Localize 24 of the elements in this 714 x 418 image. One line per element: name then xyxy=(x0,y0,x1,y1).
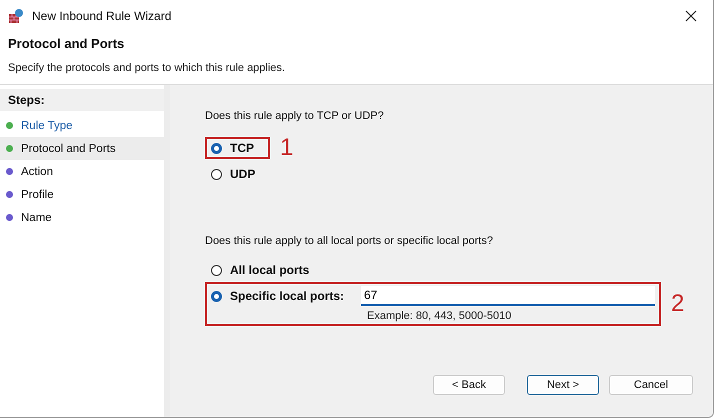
step-item[interactable]: Rule Type xyxy=(0,114,164,137)
window-title: New Inbound Rule Wizard xyxy=(32,9,172,23)
close-icon[interactable] xyxy=(685,10,697,22)
radio-button[interactable]: All local ports xyxy=(211,263,320,277)
step-item[interactable]: Action xyxy=(0,160,164,183)
page-title: Protocol and Ports xyxy=(8,36,126,51)
wizard-button[interactable]: Cancel xyxy=(609,375,693,395)
annotation-number: 1 xyxy=(280,134,294,162)
question-text: Does this rule apply to all local ports or specific local ports? xyxy=(205,235,494,247)
wizard-button[interactable]: < Back xyxy=(433,375,505,395)
firewall-icon xyxy=(8,8,24,24)
ports-field[interactable]: 67 xyxy=(361,286,655,306)
page-subtitle: Specify the protocols and ports to which this rule applies. xyxy=(8,62,286,74)
step-item[interactable]: Protocol and Ports xyxy=(0,137,164,160)
step-item[interactable]: Name xyxy=(0,206,164,229)
radio-button[interactable]: Specific local ports: xyxy=(211,289,361,303)
question-text: Does this rule apply to TCP or UDP? xyxy=(205,110,385,122)
step-item[interactable]: Profile xyxy=(0,183,164,206)
wizard-button[interactable]: Next > xyxy=(527,375,599,395)
steps-heading: Steps: xyxy=(0,89,164,111)
radio-button[interactable]: TCP xyxy=(211,141,264,155)
annotation-number: 2 xyxy=(671,290,684,318)
hint-text: Example: 80, 443, 5000-5010 xyxy=(367,310,512,322)
radio-button[interactable]: UDP xyxy=(211,167,266,181)
